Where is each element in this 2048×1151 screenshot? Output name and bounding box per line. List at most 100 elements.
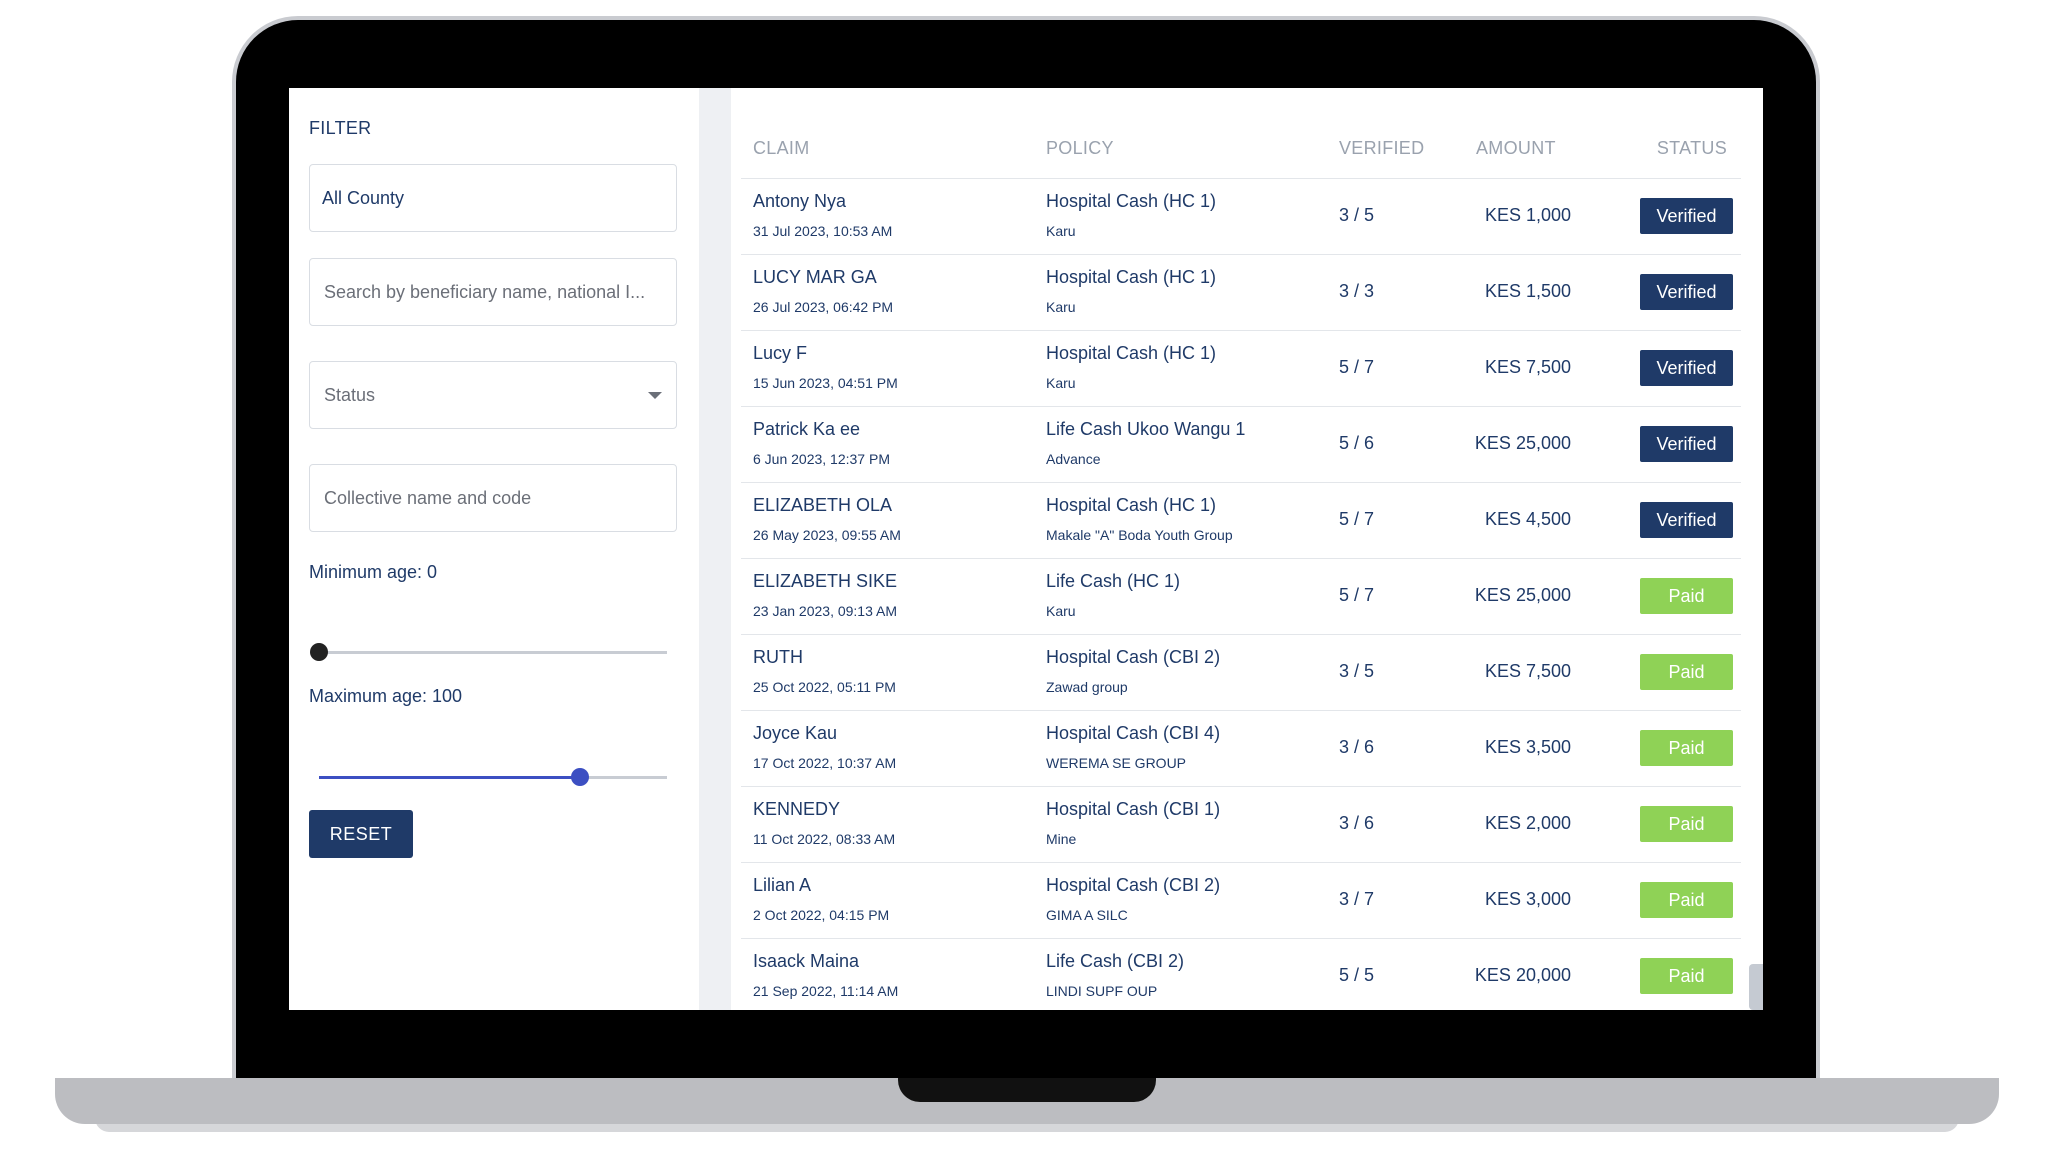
status-badge: Verified [1640, 198, 1733, 234]
header-amount: AMOUNT [1476, 138, 1556, 158]
claim-name: RUTH [753, 647, 803, 667]
status-badge: Paid [1640, 654, 1733, 690]
verified-count: 3 / 5 [1339, 661, 1375, 681]
policy-name: Hospital Cash (HC 1) [1046, 267, 1217, 287]
min-age-slider[interactable] [310, 643, 667, 661]
policy-group: Karu [1046, 299, 1076, 315]
policy-group: Zawad group [1046, 679, 1128, 695]
claim-name: Lucy F [753, 343, 808, 363]
filter-panel: FILTER All County Search by beneficiary … [289, 88, 699, 1010]
claim-amount: KES 25,000 [1474, 433, 1571, 453]
table-row[interactable]: Isaack Maina 21 Sep 2022, 11:14 AM Life Ca… [741, 938, 1741, 1010]
status-select[interactable]: Status [309, 361, 677, 429]
claim-date: 15 Jun 2023, 04:51 PM [753, 375, 898, 391]
policy-name: Life Cash (CBI 2) [1046, 951, 1185, 971]
table-row[interactable]: Lucy F 15 Jun 2023, 04:51 PM Hospital Cash… [741, 330, 1741, 406]
search-input[interactable]: Search by beneficiary name, national I..… [309, 258, 677, 326]
verified-count: 3 / 3 [1339, 281, 1375, 301]
reset-button[interactable]: RESET [309, 810, 413, 858]
claim-date: 11 Oct 2022, 08:33 AM [753, 831, 896, 847]
app-screen: FILTER All County Search by beneficiary … [289, 88, 1763, 1010]
claim-name: Joyce Kau [753, 723, 838, 743]
status-badge: Verified [1640, 274, 1733, 310]
table-row[interactable]: Lilian A 2 Oct 2022, 04:15 PM Hospital Cas… [741, 862, 1741, 938]
policy-name: Hospital Cash (HC 1) [1046, 495, 1217, 515]
header-policy: POLICY [1046, 138, 1114, 158]
header-verified: VERIFIED [1339, 138, 1425, 158]
claim-date: 26 Jul 2023, 06:42 PM [753, 299, 894, 315]
table-row[interactable]: Patrick Ka ee 6 Jun 2023, 12:37 PM Life Ca… [741, 406, 1741, 482]
claim-date: 2 Oct 2022, 04:15 PM [753, 907, 890, 923]
status-badge: Paid [1640, 958, 1733, 994]
table-row[interactable]: ELIZABETH SIKE 23 Jan 2023, 09:13 AM Life … [741, 558, 1741, 634]
table-row[interactable]: LUCY MAR GA 26 Jul 2023, 06:42 PM Hospital… [741, 254, 1741, 330]
max-age-slider[interactable] [319, 768, 667, 786]
verified-count: 5 / 5 [1339, 965, 1375, 985]
claim-date: 25 Oct 2022, 05:11 PM [753, 679, 896, 695]
status-placeholder: Status [324, 384, 376, 405]
max-age-label: Maximum age: 100 [309, 686, 463, 706]
claim-date: 17 Oct 2022, 10:37 AM [753, 755, 897, 771]
collective-placeholder: Collective name and code [324, 487, 532, 508]
status-badge: Verified [1640, 502, 1733, 538]
verified-count: 3 / 6 [1339, 813, 1375, 833]
claim-amount: KES 7,500 [1484, 357, 1571, 377]
claim-name: Isaack Maina [753, 951, 860, 971]
claim-name: Patrick Ka ee [753, 419, 861, 439]
verified-count: 5 / 7 [1339, 585, 1375, 605]
max-age-slider-thumb[interactable] [571, 768, 589, 786]
claim-name: Lilian A [753, 875, 812, 895]
policy-group: Advance [1046, 451, 1101, 467]
header-claim: CLAIM [753, 138, 810, 158]
policy-group: WEREMA SE GROUP [1046, 755, 1187, 771]
claim-date: 21 Sep 2022, 11:14 AM [753, 983, 899, 999]
claim-date: 31 Jul 2023, 10:53 AM [753, 223, 893, 239]
verified-count: 3 / 7 [1339, 889, 1375, 909]
policy-group: LINDI SUPF OUP [1046, 983, 1158, 999]
claim-date: 6 Jun 2023, 12:37 PM [753, 451, 890, 467]
min-age-slider-thumb[interactable] [310, 643, 328, 661]
verified-count: 5 / 7 [1339, 357, 1375, 377]
policy-name: Hospital Cash (CBI 2) [1046, 647, 1221, 667]
collective-input[interactable]: Collective name and code [309, 464, 677, 532]
policy-group: Karu [1046, 603, 1076, 619]
header-status: STATUS [1656, 138, 1727, 158]
claim-amount: KES 25,000 [1474, 585, 1571, 605]
table-row[interactable]: Joyce Kau 17 Oct 2022, 10:37 AM Hospital C… [741, 710, 1741, 786]
scrollbar-thumb[interactable] [1749, 964, 1763, 1010]
max-age-slider-fill [319, 776, 580, 779]
verified-count: 3 / 5 [1339, 205, 1375, 225]
table-row[interactable]: KENNEDY 11 Oct 2022, 08:33 AM Hospital Cas… [741, 786, 1741, 862]
table-header: CLAIM POLICY VERIFIED AMOUNT STATUS [731, 138, 1741, 178]
policy-group: Makale "A" Boda Youth Group [1046, 527, 1233, 543]
claim-amount: KES 3,000 [1484, 889, 1571, 909]
policy-group: GIMA A SILC [1046, 907, 1128, 923]
policy-group: Karu [1046, 375, 1076, 391]
verified-count: 3 / 6 [1339, 737, 1375, 757]
policy-name: Hospital Cash (CBI 4) [1046, 723, 1221, 743]
status-badge: Paid [1640, 578, 1733, 614]
status-badge: Paid [1640, 882, 1733, 918]
county-select[interactable]: All County [309, 164, 677, 232]
claim-amount: KES 1,500 [1484, 281, 1571, 301]
policy-name: Life Cash (HC 1) [1046, 571, 1181, 591]
policy-name: Hospital Cash (CBI 1) [1046, 799, 1221, 819]
policy-group: Karu [1046, 223, 1076, 239]
policy-name: Hospital Cash (HC 1) [1046, 191, 1217, 211]
table-row[interactable]: RUTH 25 Oct 2022, 05:11 PM Hospital Cash (… [741, 634, 1741, 710]
min-age-label: Minimum age: 0 [309, 562, 438, 582]
table-row[interactable]: ELIZABETH OLA 26 May 2023, 09:55 AM Hospit… [741, 482, 1741, 558]
search-placeholder: Search by beneficiary name, national I..… [324, 281, 646, 302]
county-value: All County [322, 187, 405, 208]
table-row[interactable]: Antony Nya 31 Jul 2023, 10:53 AM Hospital … [741, 178, 1741, 254]
policy-group: Mine [1046, 831, 1077, 847]
claim-amount: KES 3,500 [1484, 737, 1571, 757]
policy-name: Life Cash Ukoo Wangu 1 [1046, 419, 1246, 439]
claim-date: 23 Jan 2023, 09:13 AM [753, 603, 897, 619]
filter-title: FILTER [309, 118, 372, 138]
claim-name: ELIZABETH SIKE [753, 571, 898, 591]
claim-amount: KES 20,000 [1474, 965, 1571, 985]
claim-amount: KES 7,500 [1484, 661, 1571, 681]
policy-name: Hospital Cash (CBI 2) [1046, 875, 1221, 895]
policy-name: Hospital Cash (HC 1) [1046, 343, 1217, 363]
